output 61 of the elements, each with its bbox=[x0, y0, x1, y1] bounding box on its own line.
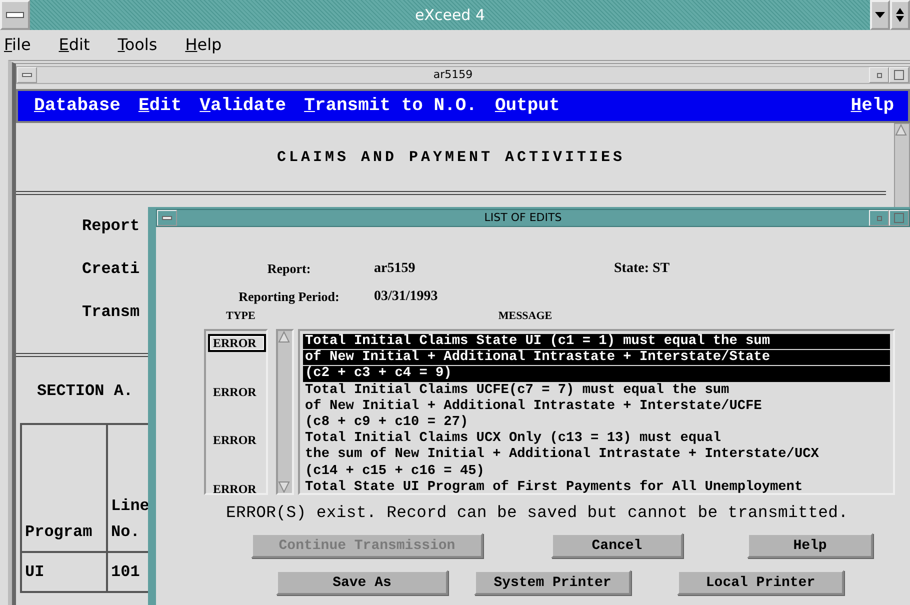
minimize-icon bbox=[876, 216, 882, 220]
menu-item[interactable]: File bbox=[4, 34, 43, 54]
column-header: Program bbox=[22, 425, 108, 553]
field-label: Report bbox=[81, 216, 141, 237]
menu-item[interactable]: Edit bbox=[138, 96, 182, 116]
column-header: MESSAGE bbox=[498, 309, 552, 323]
maximize-icon bbox=[894, 213, 904, 223]
message-line[interactable]: (c14 + c15 + c16 = 45) bbox=[303, 464, 890, 479]
dialog-button[interactable]: System Printer bbox=[474, 570, 631, 595]
period-label: Reporting Period: bbox=[238, 289, 340, 305]
menu-item[interactable]: Help bbox=[169, 34, 234, 54]
window-menu-button[interactable] bbox=[157, 210, 177, 226]
window-menu-icon bbox=[22, 73, 32, 77]
message-line[interactable]: Total Initial Claims UCX Only (c13 = 13) must equal bbox=[303, 431, 890, 446]
type-label[interactable]: ERROR bbox=[208, 431, 266, 450]
menu-item[interactable]: Output bbox=[494, 96, 560, 116]
message-line[interactable]: (c8 + c9 + c10 = 27) bbox=[303, 414, 890, 430]
dialog-button[interactable]: Save As bbox=[276, 570, 448, 595]
window-menu-icon bbox=[162, 216, 172, 220]
dialog-button[interactable]: Help bbox=[747, 533, 873, 558]
scroll-up-icon[interactable] bbox=[278, 331, 290, 343]
section-heading: SECTION A. bbox=[37, 381, 134, 401]
caret-icon bbox=[875, 12, 885, 18]
dialog-button[interactable]: Cancel bbox=[551, 533, 683, 558]
document-title: ar5159 bbox=[432, 67, 474, 83]
field-label: Creati bbox=[81, 259, 141, 280]
window-menu-button[interactable] bbox=[17, 67, 37, 83]
minimize-icon bbox=[876, 72, 882, 78]
scroll-down-icon[interactable] bbox=[278, 481, 290, 493]
report-value: ar5159 bbox=[374, 261, 416, 277]
type-label[interactable]: ERROR bbox=[208, 382, 266, 401]
page-heading: CLAIMS AND PAYMENT ACTIVITIES bbox=[16, 123, 886, 195]
message-line[interactable]: Total State UI Program of First Payments for All Unemployment bbox=[303, 480, 890, 493]
menu-item[interactable]: Validate bbox=[200, 96, 286, 116]
type-label[interactable]: ERROR bbox=[208, 480, 266, 498]
message-line[interactable]: of New Initial + Additional Intrastate + Interstate/UCFE bbox=[303, 398, 890, 414]
window-menu-icon bbox=[6, 12, 24, 18]
dialog-button[interactable]: Local Printer bbox=[677, 570, 844, 595]
column-header: TYPE bbox=[226, 309, 256, 323]
field-label: Transm bbox=[81, 302, 141, 323]
maximize-icon bbox=[894, 70, 904, 80]
scrollbar[interactable] bbox=[276, 329, 294, 495]
dialog-title: LIST OF EDITS bbox=[483, 210, 563, 226]
menu-item[interactable]: Edit bbox=[42, 34, 102, 54]
window-title: eXceed 4 bbox=[414, 5, 486, 26]
status-message: ERROR(S) exist. Record can be saved but cannot be transmitted. bbox=[226, 503, 850, 523]
menu-item[interactable]: Transmit to N.O. bbox=[304, 96, 477, 116]
help-menu[interactable]: Help bbox=[850, 96, 894, 116]
table-cell: UI bbox=[22, 553, 108, 593]
report-label: Report: bbox=[267, 261, 311, 277]
message-line[interactable]: Total Initial Claims UCFE(c7 = 7) must equal the sum bbox=[303, 382, 890, 398]
type-label[interactable]: ERROR bbox=[208, 334, 266, 352]
message-line[interactable]: the sum of New Initial + Additional Intrastate + Interstate/UCX bbox=[303, 447, 890, 462]
period-value: 03/31/1993 bbox=[374, 289, 439, 305]
up-down-icon bbox=[896, 8, 904, 22]
window-menu-button[interactable] bbox=[0, 0, 30, 30]
menu-item[interactable]: Tools bbox=[102, 34, 170, 54]
state-label: State: ST bbox=[614, 261, 671, 277]
menu-item[interactable]: Database bbox=[34, 96, 120, 116]
maximize-button[interactable] bbox=[890, 0, 910, 30]
minimize-button[interactable] bbox=[870, 0, 890, 30]
